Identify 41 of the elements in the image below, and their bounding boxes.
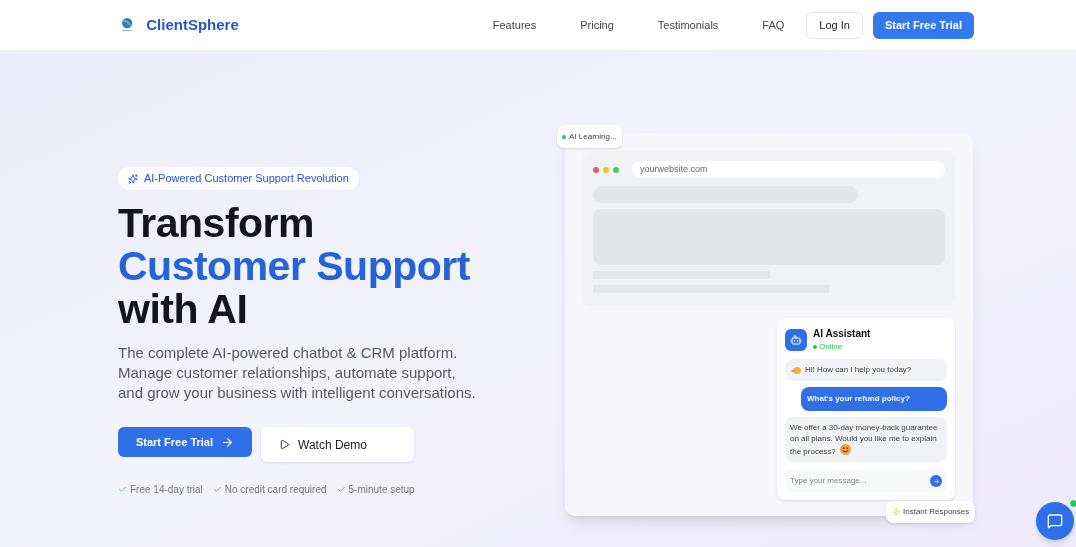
headline-line: Transform (118, 202, 315, 245)
lightning-icon (892, 508, 900, 516)
arrow-right-icon (221, 435, 234, 449)
headline-line: with AI (118, 288, 249, 331)
chat-launcher-button[interactable] (1036, 502, 1074, 540)
assistant-name: AI Assistant (813, 327, 871, 341)
badge-text: AI Learning... (569, 130, 617, 143)
nav-link[interactable]: Pricing (558, 16, 636, 34)
send-button[interactable] (930, 475, 942, 487)
chat-bubble-icon (1047, 513, 1063, 529)
nav-link[interactable]: Testimonials (635, 16, 741, 34)
waving-hand-icon (790, 364, 802, 376)
message-text: Hi! How can I help you today? (805, 364, 912, 375)
login-button[interactable]: Log In (806, 11, 863, 39)
nav-link[interactable]: FAQ (740, 16, 807, 34)
message-input[interactable]: Type your message... (785, 470, 947, 492)
message-field[interactable]: Type your message... (790, 475, 930, 487)
check-icon (336, 485, 346, 494)
start-trial-button[interactable]: Start Free Trial (872, 11, 974, 39)
perk-text: 5-minute setup (348, 483, 415, 497)
check-icon (212, 485, 222, 494)
start-trial-button[interactable]: Start Free Trial (118, 427, 252, 457)
play-icon (279, 439, 290, 450)
sparkles-icon (128, 173, 138, 184)
hero-description: The complete AI-powered chatbot & CRM platform. Manage customer relationships, automate support, and grow your business with intelligent conversations. (118, 343, 477, 403)
brand-name[interactable]: ClientSphere (146, 13, 239, 37)
arrow-right-icon (932, 477, 940, 485)
headline-line: Customer Support (118, 245, 471, 288)
status-text: Online (819, 341, 843, 353)
address-bar: yourwebsite.com (632, 161, 945, 178)
nav-link[interactable]: Features (470, 16, 559, 34)
perk-text: No credit card required (224, 483, 327, 497)
user-message: What's your refund policy? (801, 387, 947, 411)
check-icon (118, 485, 127, 494)
perk-text: Free 14-day trial (130, 483, 203, 497)
smiley-icon (839, 444, 851, 455)
badge-text: Instant Responses (903, 506, 970, 518)
announcement-badge: AI-Powered Customer Support Revolution (118, 167, 359, 190)
message-text: We offer a 30-day money-back guarantee on all plans. Would you like me to explain the process? (790, 422, 939, 457)
robot-icon (790, 333, 802, 346)
watch-demo-button[interactable]: Watch Demo (261, 427, 414, 462)
